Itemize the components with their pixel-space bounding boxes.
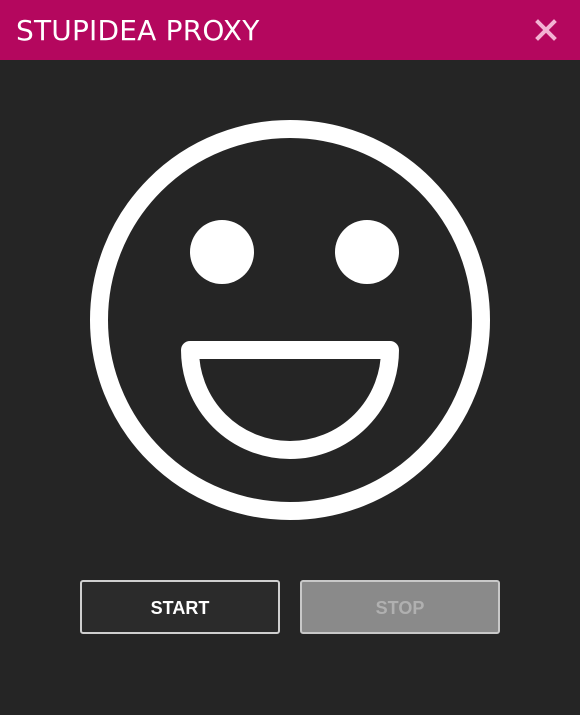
start-button[interactable]: START	[80, 580, 280, 634]
title-bar[interactable]: STUPIDEA PROXY	[0, 0, 580, 60]
close-icon[interactable]	[530, 14, 562, 46]
window-title: STUPIDEA PROXY	[16, 14, 260, 47]
proxy-window: STUPIDEA PROXY START STOP	[0, 0, 580, 715]
smiley-face-icon	[90, 120, 490, 520]
stop-button[interactable]: STOP	[300, 580, 500, 634]
